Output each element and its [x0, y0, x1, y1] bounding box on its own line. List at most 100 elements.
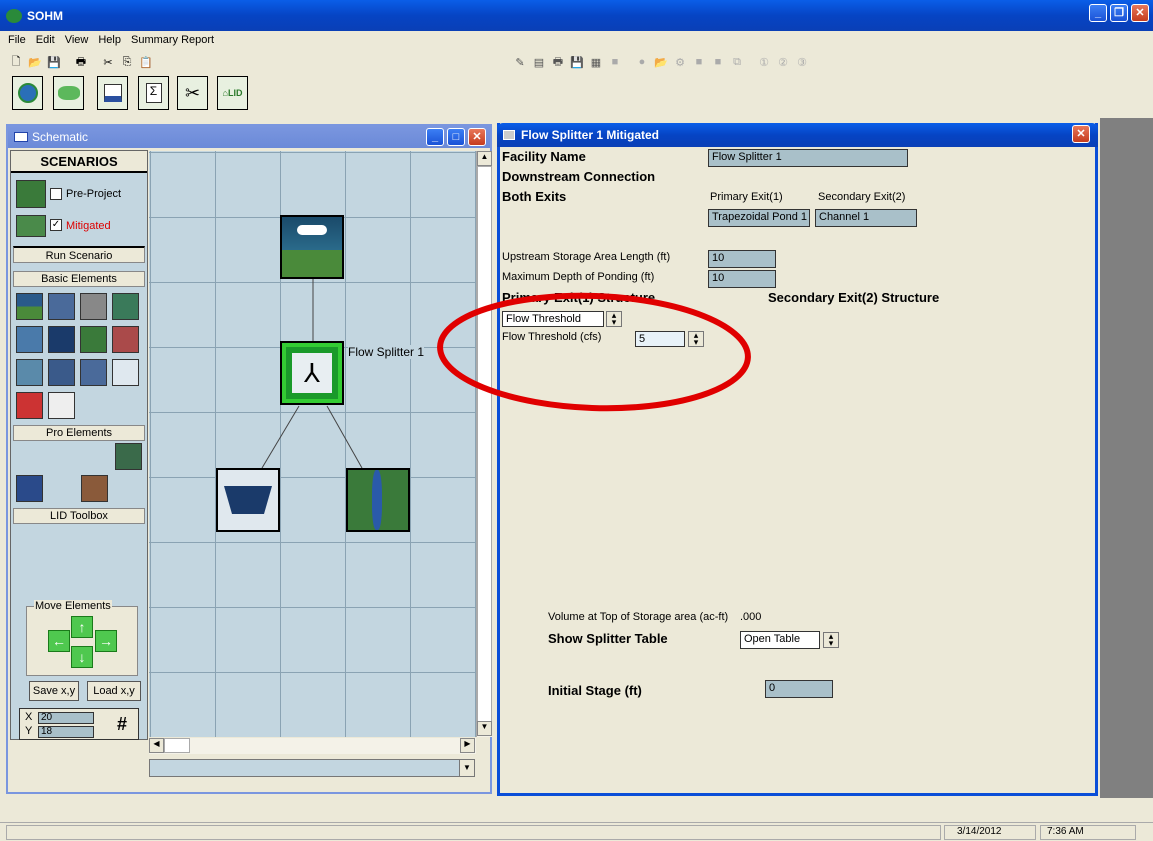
y-coordinate-field[interactable]: 18: [38, 726, 94, 738]
print-icon[interactable]: 🖶: [73, 54, 89, 70]
schematic-maximize-button[interactable]: □: [447, 128, 465, 146]
structure-type-select[interactable]: Flow Threshold: [502, 311, 604, 327]
h-scroll-thumb[interactable]: [164, 738, 190, 753]
basin-element-tile[interactable]: [80, 359, 107, 386]
edit-icon[interactable]: ✎: [512, 54, 528, 70]
menu-summary-report[interactable]: Summary Report: [131, 34, 214, 50]
lateral-element-tile[interactable]: [16, 326, 43, 353]
report-button[interactable]: Σ: [138, 76, 169, 110]
pro-wetland-element-tile[interactable]: [16, 475, 43, 502]
channel-element-tile[interactable]: [80, 326, 107, 353]
globe-icon: [17, 83, 38, 103]
pre-project-checkbox[interactable]: [50, 188, 62, 200]
upstream-length-field[interactable]: 10: [708, 250, 776, 268]
splitter-element-tile[interactable]: [112, 359, 139, 386]
schematic-close-button[interactable]: ✕: [468, 128, 486, 146]
grid-toggle-icon[interactable]: #: [117, 714, 127, 735]
mitigated-icon: [16, 215, 46, 237]
max-depth-label: Maximum Depth of Ponding (ft): [502, 271, 655, 283]
scroll-left-icon[interactable]: ◀: [149, 738, 164, 753]
tools-button[interactable]: ✂: [177, 76, 208, 110]
scroll-right-icon[interactable]: ▶: [460, 738, 475, 753]
dropdown-arrow-icon[interactable]: ▼: [459, 760, 474, 776]
vault-element-tile[interactable]: [80, 293, 107, 320]
land-use-button[interactable]: [53, 76, 84, 110]
move-right-arrow-icon[interactable]: →: [95, 630, 117, 652]
rain-element-tile[interactable]: [16, 293, 43, 320]
element-palette: SCENARIOS Pre-Project ✓ Mitigated Run Sc…: [10, 150, 148, 740]
rain-node-icon[interactable]: [280, 215, 344, 279]
scroll-down-icon[interactable]: ▼: [477, 721, 492, 736]
table-element-tile[interactable]: [48, 392, 75, 419]
pre-project-icon: [16, 180, 46, 208]
app-title-bar: SOHM _ ❐ ✕: [0, 0, 1153, 31]
save-xy-button[interactable]: Save x,y: [29, 681, 79, 701]
flow-threshold-spinner-icon[interactable]: ▴ ▾: [688, 331, 704, 347]
tank-element-tile[interactable]: [48, 326, 75, 353]
dialog-close-button[interactable]: ✕: [1072, 125, 1090, 143]
mitigated-checkbox[interactable]: ✓: [50, 219, 62, 231]
notes-icon[interactable]: ▤: [531, 54, 547, 70]
volume-label: Volume at Top of Storage area (ac-ft): [548, 611, 729, 623]
splitter-table-select[interactable]: Open Table: [740, 631, 820, 649]
menu-view[interactable]: View: [65, 34, 89, 50]
lid-button[interactable]: ⌂LID: [217, 76, 248, 110]
restore-button[interactable]: ❐: [1110, 4, 1128, 22]
move-down-arrow-icon[interactable]: ↓: [71, 646, 93, 668]
max-depth-field[interactable]: 10: [708, 270, 776, 288]
trapezoidal-pond-node-icon[interactable]: [216, 468, 280, 532]
secondary-structure-label: Secondary Exit(2) Structure: [768, 290, 940, 305]
schematic-title-bar: Schematic _ □ ✕: [8, 126, 490, 148]
schematic-minimize-button[interactable]: _: [426, 128, 444, 146]
splitter-table-spinner-icon[interactable]: ▴ ▾: [823, 632, 839, 648]
pro-bioretention-element-tile[interactable]: [81, 475, 108, 502]
facility-name-field[interactable]: Flow Splitter 1: [708, 149, 908, 167]
splitter-to-pond-line: [261, 405, 300, 469]
load-xy-button[interactable]: Load x,y: [87, 681, 141, 701]
menu-file[interactable]: File: [8, 34, 26, 50]
scroll-up-icon[interactable]: ▲: [477, 151, 492, 166]
area-element-tile[interactable]: [16, 392, 43, 419]
primary-exit-field[interactable]: Trapezoidal Pond 1: [708, 209, 810, 227]
pond-element-tile[interactable]: [48, 293, 75, 320]
table-icon[interactable]: ▦: [588, 54, 604, 70]
channel-node-icon[interactable]: [346, 468, 410, 532]
time-series-element-tile[interactable]: [112, 326, 139, 353]
schematic-icon: [14, 132, 28, 142]
run-scenario-button[interactable]: Run Scenario: [13, 246, 145, 263]
open-folder-icon[interactable]: 📂: [27, 54, 43, 70]
horizontal-scrollbar[interactable]: ◀ ▶: [149, 738, 476, 754]
close-button[interactable]: ✕: [1131, 4, 1149, 22]
graph-button[interactable]: [97, 76, 128, 110]
secondary-exit-field[interactable]: Channel 1: [815, 209, 917, 227]
save-project-icon[interactable]: 💾: [569, 54, 585, 70]
menu-help[interactable]: Help: [98, 34, 121, 50]
infiltration-element-tile[interactable]: [112, 293, 139, 320]
trench-element-tile[interactable]: [16, 359, 43, 386]
print-preview-icon[interactable]: 🖶: [550, 54, 566, 70]
paste-icon[interactable]: 📋: [138, 54, 154, 70]
flow-threshold-field[interactable]: 5: [635, 331, 685, 347]
x-coordinate-field[interactable]: 20: [38, 712, 94, 724]
pro-pond-element-tile[interactable]: [115, 443, 142, 470]
globe-button[interactable]: [12, 76, 43, 110]
schematic-canvas[interactable]: ⅄ Flow Splitter 1: [149, 151, 476, 737]
structure-type-spinner-icon[interactable]: ▴ ▾: [606, 311, 622, 327]
initial-stage-field[interactable]: 0: [765, 680, 833, 698]
menu-edit[interactable]: Edit: [36, 34, 55, 50]
new-file-icon[interactable]: 🗋: [8, 54, 24, 70]
move-up-arrow-icon[interactable]: ↑: [71, 616, 93, 638]
flow-splitter-node-icon[interactable]: ⅄: [280, 341, 344, 405]
copy-icon[interactable]: ⎘: [119, 54, 135, 70]
move-left-arrow-icon[interactable]: ←: [48, 630, 70, 652]
flow-splitter-window: Flow Splitter 1 Mitigated ✕ Facility Nam…: [497, 123, 1098, 796]
folder-disabled-icon: 📂: [654, 56, 668, 69]
toolbar: 🗋 📂 💾 🖶 ✂ ⎘ 📋: [8, 53, 157, 71]
gravel-element-tile[interactable]: [48, 359, 75, 386]
vertical-scrollbar[interactable]: ▲ ▼: [476, 151, 492, 737]
scroll-thumb[interactable]: [477, 166, 492, 726]
cut-icon[interactable]: ✂: [100, 54, 116, 70]
save-icon[interactable]: 💾: [46, 54, 62, 70]
canvas-dropdown[interactable]: ▼: [149, 759, 475, 777]
minimize-button[interactable]: _: [1089, 4, 1107, 22]
